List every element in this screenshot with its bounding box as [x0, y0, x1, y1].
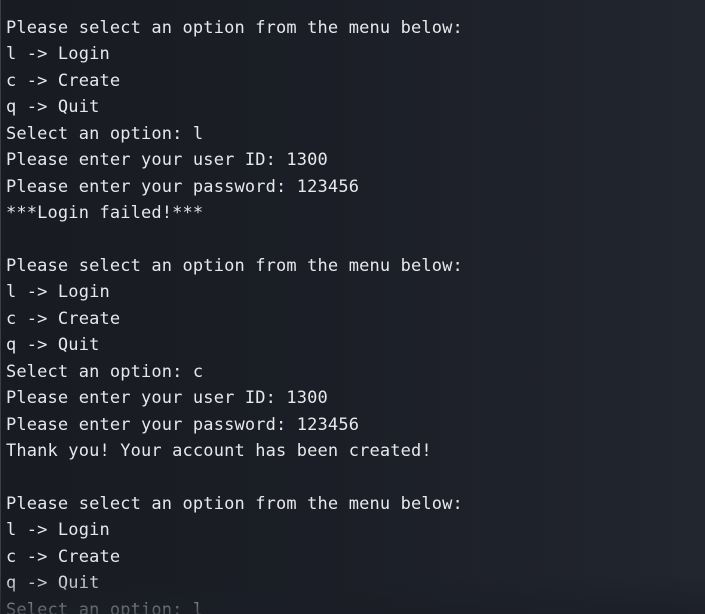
- terminal-output-panel[interactable]: Please select an option from the menu be…: [0, 0, 705, 614]
- menu-option-login-line: l -> Login: [6, 282, 110, 303]
- menu-option-login-line: l -> Login: [6, 44, 110, 65]
- terminal-lines: Please select an option from the menu be…: [6, 15, 705, 614]
- login-failed-line: ***Login failed!***: [6, 203, 204, 224]
- menu-option-quit-line: q -> Quit: [6, 573, 100, 594]
- menu-option-quit-line: q -> Quit: [6, 335, 100, 356]
- select-option-line: Select an option: c: [6, 361, 204, 382]
- menu-option-quit-line: q -> Quit: [6, 97, 100, 118]
- menu-option-create-line: c -> Create: [6, 546, 121, 567]
- account-created-line: Thank you! Your account has been created…: [6, 441, 432, 461]
- menu-prompt-line: Please select an option from the menu be…: [6, 255, 463, 276]
- menu-option-create-line: c -> Create: [6, 308, 121, 329]
- user-id-line: Please enter your user ID: 1300: [6, 150, 328, 171]
- password-line: Please enter your password: 123456: [6, 414, 360, 435]
- menu-prompt-line: Please select an option from the menu be…: [6, 18, 463, 38]
- select-option-line: Select an option: l: [6, 599, 204, 614]
- select-option-line: Select an option: l: [6, 123, 204, 144]
- password-line: Please enter your password: 123456: [6, 176, 360, 197]
- menu-prompt-line: Please select an option from the menu be…: [6, 493, 463, 514]
- menu-option-login-line: l -> Login: [6, 520, 110, 541]
- menu-option-create-line: c -> Create: [6, 70, 121, 91]
- user-id-line: Please enter your user ID: 1300: [6, 388, 328, 409]
